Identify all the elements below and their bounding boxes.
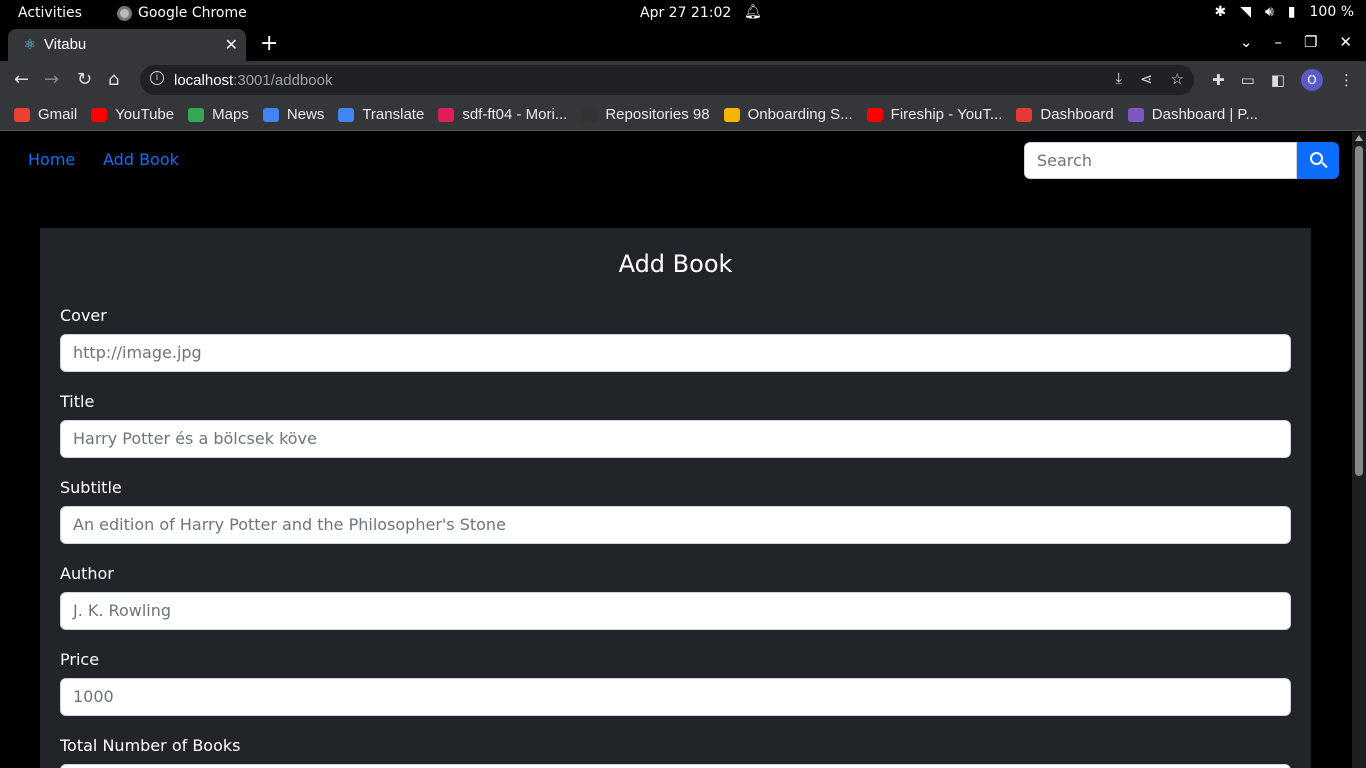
tab-vitabu[interactable]: ⚛ Vitabu ✕	[8, 29, 246, 61]
bookmark-item[interactable]: sdf-ft04 - Mori...	[438, 106, 567, 123]
app-name: Google Chrome	[138, 5, 247, 21]
system-tray[interactable]: ✱ ◥ 🔊︎ ▮ 100 %	[1214, 4, 1354, 20]
app-navbar: Home Add Book Search	[0, 132, 1352, 188]
profile-avatar[interactable]: O	[1301, 69, 1323, 91]
bookmark-label: Fireship - YouT...	[890, 106, 1003, 123]
search-button[interactable]	[1297, 142, 1339, 179]
install-icon[interactable]: ⤓	[1115, 70, 1122, 88]
extensions-icon[interactable]: ✚	[1212, 71, 1225, 89]
field-input[interactable]: http://image.jpg	[60, 334, 1291, 372]
search-input[interactable]: Search	[1024, 142, 1297, 179]
bookmark-star-icon[interactable]: ☆	[1171, 70, 1184, 88]
menu-icon[interactable]: ⋮	[1339, 71, 1354, 89]
form-title: Add Book	[618, 250, 733, 278]
field-label: Total Number of Books	[60, 736, 241, 755]
bookmark-item[interactable]: Fireship - YouT...	[866, 106, 1003, 123]
bookmark-item[interactable]: Maps	[188, 106, 249, 123]
bookmark-item[interactable]: Translate	[338, 106, 424, 123]
bookmark-favicon-icon	[1127, 107, 1144, 122]
forward-icon[interactable]: →	[44, 69, 59, 90]
close-tab-icon[interactable]: ✕	[225, 35, 238, 54]
bookmark-label: Gmail	[38, 106, 78, 123]
nav-home-link[interactable]: Home	[28, 150, 75, 169]
scroll-up-icon[interactable]	[1355, 135, 1363, 141]
bookmark-label: News	[286, 106, 325, 123]
volume-icon: 🔊︎	[1264, 4, 1274, 20]
field-input[interactable]: 1000	[60, 678, 1291, 716]
bookmark-item[interactable]: Dashboard	[1016, 106, 1114, 123]
bookmark-item[interactable]: Repositories 98	[581, 106, 710, 123]
react-icon: ⚛	[23, 37, 37, 53]
bookmark-item[interactable]: Onboarding S...	[723, 106, 853, 123]
share-icon[interactable]: ⋖	[1140, 70, 1153, 88]
cast-icon[interactable]: ▭	[1241, 71, 1255, 89]
scrollbar-thumb[interactable]	[1355, 146, 1363, 476]
page-scrollbar[interactable]	[1352, 132, 1366, 768]
browser-toolbar: ← → ↻ ⌂ i localhost:3001/addbook ⤓ ⋖ ☆ ✚…	[0, 61, 1366, 99]
site-info-icon[interactable]: i	[150, 71, 164, 85]
clock[interactable]: Apr 27 21:02	[640, 5, 731, 21]
field-input[interactable]: J. K. Rowling	[60, 592, 1291, 630]
bookmark-label: Onboarding S...	[747, 106, 853, 123]
close-window-icon[interactable]: ✕	[1339, 33, 1352, 51]
chrome-icon	[117, 5, 132, 21]
maximize-icon[interactable]: ❐	[1304, 33, 1317, 51]
extension-area: ✚ ▭ ◧ O ⋮	[1212, 69, 1354, 91]
window-controls: ⌄ – ❐ ✕	[1240, 33, 1366, 51]
bookmark-favicon-icon	[91, 107, 108, 122]
home-icon[interactable]: ⌂	[108, 69, 119, 90]
activities-button[interactable]: Activities	[18, 5, 82, 21]
bookmark-label: sdf-ft04 - Mori...	[462, 106, 568, 123]
field-label: Cover	[60, 306, 107, 325]
minimize-icon[interactable]: –	[1274, 33, 1282, 51]
bookmark-favicon-icon	[262, 107, 279, 122]
bookmark-label: Repositories 98	[605, 106, 710, 123]
bookmark-favicon-icon	[338, 107, 355, 122]
bookmark-item[interactable]: YouTube	[91, 106, 174, 123]
bookmark-favicon-icon	[188, 107, 205, 122]
address-bar[interactable]: i localhost:3001/addbook ⤓ ⋖ ☆	[140, 65, 1194, 95]
add-book-form: Add Book Cover http://image.jpg Title Harry…	[40, 228, 1311, 768]
bookmark-favicon-icon	[723, 107, 740, 122]
wifi-icon: ◥	[1240, 4, 1251, 20]
slack-icon: ✱	[1214, 4, 1227, 20]
field-label: Subtitle	[60, 478, 122, 497]
nav-add-book-link[interactable]: Add Book	[103, 150, 179, 169]
bookmark-item[interactable]: News	[262, 106, 325, 123]
field-input[interactable]: An edition of Harry Potter and the Philo…	[60, 506, 1291, 544]
tab-title: Vitabu	[44, 36, 87, 53]
battery-percent: 100 %	[1309, 4, 1354, 20]
app-menu[interactable]: Google Chrome	[117, 5, 247, 21]
notification-bell-icon: 🔔︎	[744, 4, 762, 20]
bookmark-favicon-icon	[1016, 107, 1033, 122]
bookmark-item[interactable]: Dashboard | P...	[1127, 106, 1258, 123]
side-panel-icon[interactable]: ◧	[1271, 71, 1285, 89]
field-label: Price	[60, 650, 100, 669]
tab-search-icon[interactable]: ⌄	[1240, 33, 1253, 51]
battery-icon: ▮	[1287, 4, 1296, 20]
page-viewport: Home Add Book Search Add Book Cover http:…	[0, 132, 1352, 768]
url-text: localhost:3001/addbook	[174, 72, 333, 89]
back-icon[interactable]: ←	[14, 69, 29, 90]
bookmark-favicon-icon	[581, 107, 598, 122]
bookmark-favicon-icon	[866, 107, 883, 122]
tab-strip: ⚛ Vitabu ✕ + ⌄ – ❐ ✕	[0, 27, 1366, 61]
bookmark-label: YouTube	[115, 106, 175, 123]
omnibox-actions: ⤓ ⋖ ☆	[1115, 70, 1184, 88]
new-tab-icon[interactable]: +	[260, 31, 278, 56]
field-input[interactable]: Harry Potter és a bölcsek köve	[60, 420, 1291, 458]
bookmark-label: Dashboard | P...	[1151, 106, 1258, 123]
field-label: Author	[60, 564, 114, 583]
bookmark-item[interactable]: Gmail	[14, 106, 77, 123]
bookmark-label: Translate	[362, 106, 425, 123]
field-input[interactable]	[60, 764, 1291, 768]
field-label: Title	[60, 392, 95, 411]
system-top-bar: Activities Google Chrome Apr 27 21:02 🔔︎…	[0, 0, 1366, 27]
reload-icon[interactable]: ↻	[77, 69, 92, 90]
bookmarks-bar: Gmail YouTube Maps News Translate sdf-ft04 - …	[0, 99, 1366, 131]
bookmark-favicon-icon	[438, 107, 455, 122]
bookmark-favicon-icon	[14, 107, 30, 122]
bookmark-label: Dashboard	[1040, 106, 1114, 123]
bookmark-label: Maps	[212, 106, 249, 123]
